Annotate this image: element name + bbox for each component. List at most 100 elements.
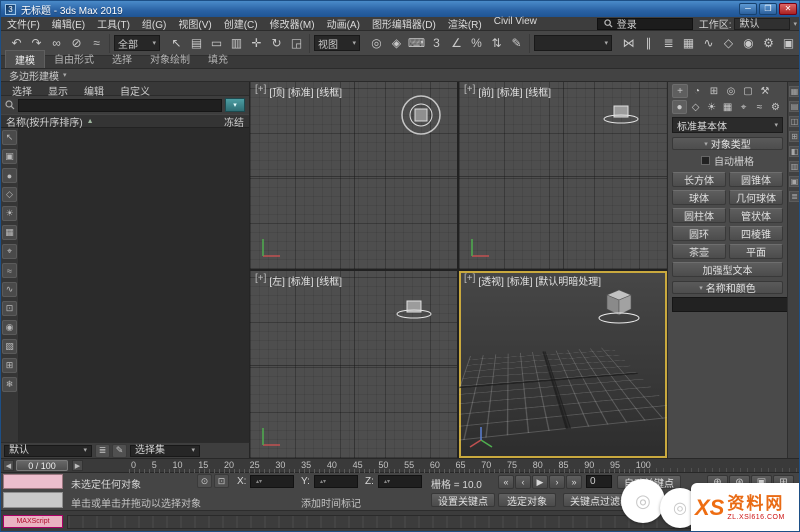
dock-icon-5[interactable]: ◧ — [789, 146, 799, 157]
viewport-menu-button[interactable]: [+] — [255, 273, 266, 288]
viewport-style-menu[interactable]: [标准] — [288, 273, 314, 288]
viewport-style-menu[interactable]: [标准] — [497, 84, 523, 99]
menu-item[interactable]: 编辑(E) — [46, 15, 91, 32]
menu-item[interactable]: 图形编辑器(D) — [366, 15, 442, 32]
select-and-rotate-icon[interactable]: ↻ — [267, 34, 286, 53]
gizmo-circle-object[interactable] — [397, 91, 445, 139]
dock-icon-3[interactable]: ◫ — [789, 116, 799, 127]
display-helpers-icon[interactable]: ⌖ — [2, 244, 17, 259]
dock-icon-6[interactable]: ▥ — [789, 161, 799, 172]
helpers-category-icon[interactable]: ⌖ — [736, 100, 751, 114]
dock-icon-4[interactable]: ⊞ — [789, 131, 799, 142]
shapes-category-icon[interactable]: ◇ — [688, 100, 703, 114]
object-name-input[interactable] — [672, 297, 799, 312]
edit-named-sets-icon[interactable]: ✎ — [507, 34, 526, 53]
selection-set-field[interactable]: 默认 ▾ — [4, 444, 92, 457]
add-time-tag[interactable]: 添加时间标记 — [301, 495, 361, 510]
align-icon[interactable]: ∥ — [639, 34, 658, 53]
geometry-category-icon[interactable]: ● — [672, 100, 688, 114]
use-pivot-center-icon[interactable]: ◎ — [367, 34, 386, 53]
systems-category-icon[interactable]: ⚙ — [768, 100, 783, 114]
workspace-selector[interactable]: 工作区: 默认 ▾ — [699, 16, 797, 31]
menu-item[interactable]: 工具(T) — [91, 15, 136, 32]
viewport-shading-menu[interactable]: [默认明暗处理] — [536, 273, 602, 288]
next-frame-arrow[interactable]: ▶ — [72, 460, 83, 471]
object-type-rollout[interactable]: ▾ 对象类型 — [672, 137, 783, 151]
next-frame-icon[interactable]: › — [549, 475, 565, 489]
viewport-left[interactable]: [+] [左] [标准] [线框] — [250, 271, 457, 458]
display-bones-icon[interactable]: ∿ — [2, 282, 17, 297]
display-all-icon[interactable]: ▣ — [2, 149, 17, 164]
display-tab-icon[interactable]: ▢ — [740, 84, 756, 98]
maxscript-mini-listener[interactable] — [3, 492, 63, 508]
rendered-frame-icon[interactable]: ▣ — [779, 34, 798, 53]
render-setup-icon[interactable]: ⚙ — [759, 34, 778, 53]
z-coordinate-field[interactable]: ▴▾ — [378, 475, 422, 488]
menu-item[interactable]: 视图(V) — [172, 15, 217, 32]
object-type-button[interactable]: 圆锥体 — [729, 172, 783, 187]
explorer-search-input[interactable] — [18, 98, 222, 112]
explorer-select-icon[interactable]: ↖ — [2, 130, 17, 145]
y-coordinate-field[interactable]: ▴▾ — [314, 475, 358, 488]
display-materials-icon[interactable]: ◉ — [2, 320, 17, 335]
object-type-button[interactable]: 管状体 — [729, 208, 783, 223]
explorer-menu[interactable]: 显示 — [41, 83, 75, 98]
autogrid-checkbox[interactable] — [701, 156, 710, 165]
explorer-object-list[interactable] — [19, 128, 249, 442]
create-tab-icon[interactable]: + — [672, 84, 688, 98]
ribbon-tab[interactable]: 自由形式 — [45, 50, 103, 68]
set-key-button[interactable]: 设置关键点 — [431, 493, 495, 508]
layer-manager-icon[interactable]: ≣ — [659, 34, 678, 53]
x-coordinate-field[interactable]: ▴▾ — [250, 475, 294, 488]
ribbon-panel-bar[interactable]: 多边形建模 ▾ — [1, 69, 799, 83]
spacewarps-category-icon[interactable]: ≈ — [752, 100, 767, 114]
modify-tab-icon[interactable]: ◔ — [689, 84, 705, 98]
select-and-scale-icon[interactable]: ◲ — [287, 34, 306, 53]
material-editor-icon[interactable]: ◉ — [739, 34, 758, 53]
previous-frame-arrow[interactable]: ◀ — [3, 460, 14, 471]
maxscript-label[interactable]: MAXScript — [3, 515, 63, 528]
mirror-icon[interactable]: ⋈ — [619, 34, 638, 53]
object-type-button[interactable]: 圆柱体 — [672, 208, 726, 223]
menu-item[interactable]: 渲染(R) — [442, 15, 488, 32]
display-xrefs-icon[interactable]: ⊞ — [2, 358, 17, 373]
explorer-display-dropdown[interactable]: ▾ — [225, 98, 245, 112]
ribbon-tab[interactable]: 对象绘制 — [141, 50, 199, 68]
minimize-button[interactable]: ─ — [739, 3, 757, 15]
lights-category-icon[interactable]: ☀ — [704, 100, 719, 114]
cube-object[interactable] — [597, 285, 643, 325]
viewport-top[interactable]: [+] [顶] [标准] [线框] — [250, 82, 457, 269]
go-to-end-icon[interactable]: » — [566, 475, 582, 489]
viewport-front[interactable]: [+] [前] [标准] [线框] — [459, 82, 667, 269]
menu-item[interactable]: 组(G) — [136, 15, 172, 32]
go-to-start-icon[interactable]: « — [498, 475, 514, 489]
display-lights-icon[interactable]: ☀ — [2, 206, 17, 221]
object-type-button[interactable]: 球体 — [672, 190, 726, 205]
curve-editor-icon[interactable]: ∿ — [699, 34, 718, 53]
explorer-menu[interactable]: 选择 — [5, 83, 39, 98]
box-object[interactable] — [599, 102, 643, 128]
object-type-button[interactable]: 长方体 — [672, 172, 726, 187]
isolate-selection-icon[interactable]: ⊙ — [197, 474, 212, 488]
object-type-button[interactable]: 茶壶 — [672, 244, 726, 259]
dock-icon-1[interactable]: ▦ — [789, 86, 799, 97]
dock-icon-2[interactable]: ▤ — [789, 101, 799, 112]
primitive-type-dropdown[interactable]: 标准基本体 ▾ — [672, 117, 783, 133]
viewport-style-menu[interactable]: [标准] — [507, 273, 533, 288]
viewport-name-menu[interactable]: [透视] — [478, 273, 504, 288]
ribbon-toggle-icon[interactable]: ▦ — [679, 34, 698, 53]
maximize-button[interactable]: ❐ — [759, 3, 777, 15]
schematic-view-icon[interactable]: ◇ — [719, 34, 738, 53]
menu-item[interactable]: 文件(F) — [1, 15, 46, 32]
hierarchy-tab-icon[interactable]: ⊞ — [706, 84, 722, 98]
explorer-menu[interactable]: 编辑 — [77, 83, 111, 98]
menu-item[interactable]: 动画(A) — [321, 15, 366, 32]
viewport-perspective-active[interactable]: [+] [透视] [标准] [默认明暗处理] — [459, 271, 667, 458]
viewport-menu-button[interactable]: [+] — [464, 84, 475, 99]
track-bar-ruler[interactable]: 0 5 10 15 20 25 30 35 40 45 50 55 60 65 70 75 80 85 90 95 10… — [129, 460, 653, 473]
viewport-shading-menu[interactable]: [线框] — [526, 84, 552, 99]
ribbon-tab[interactable]: 建模 — [5, 50, 45, 68]
menu-item[interactable]: 修改器(M) — [264, 15, 321, 32]
explorer-menu[interactable]: 自定义 — [113, 83, 157, 98]
explorer-column-header[interactable]: 名称(按升序排序) ▲ 冻结 — [1, 114, 249, 129]
